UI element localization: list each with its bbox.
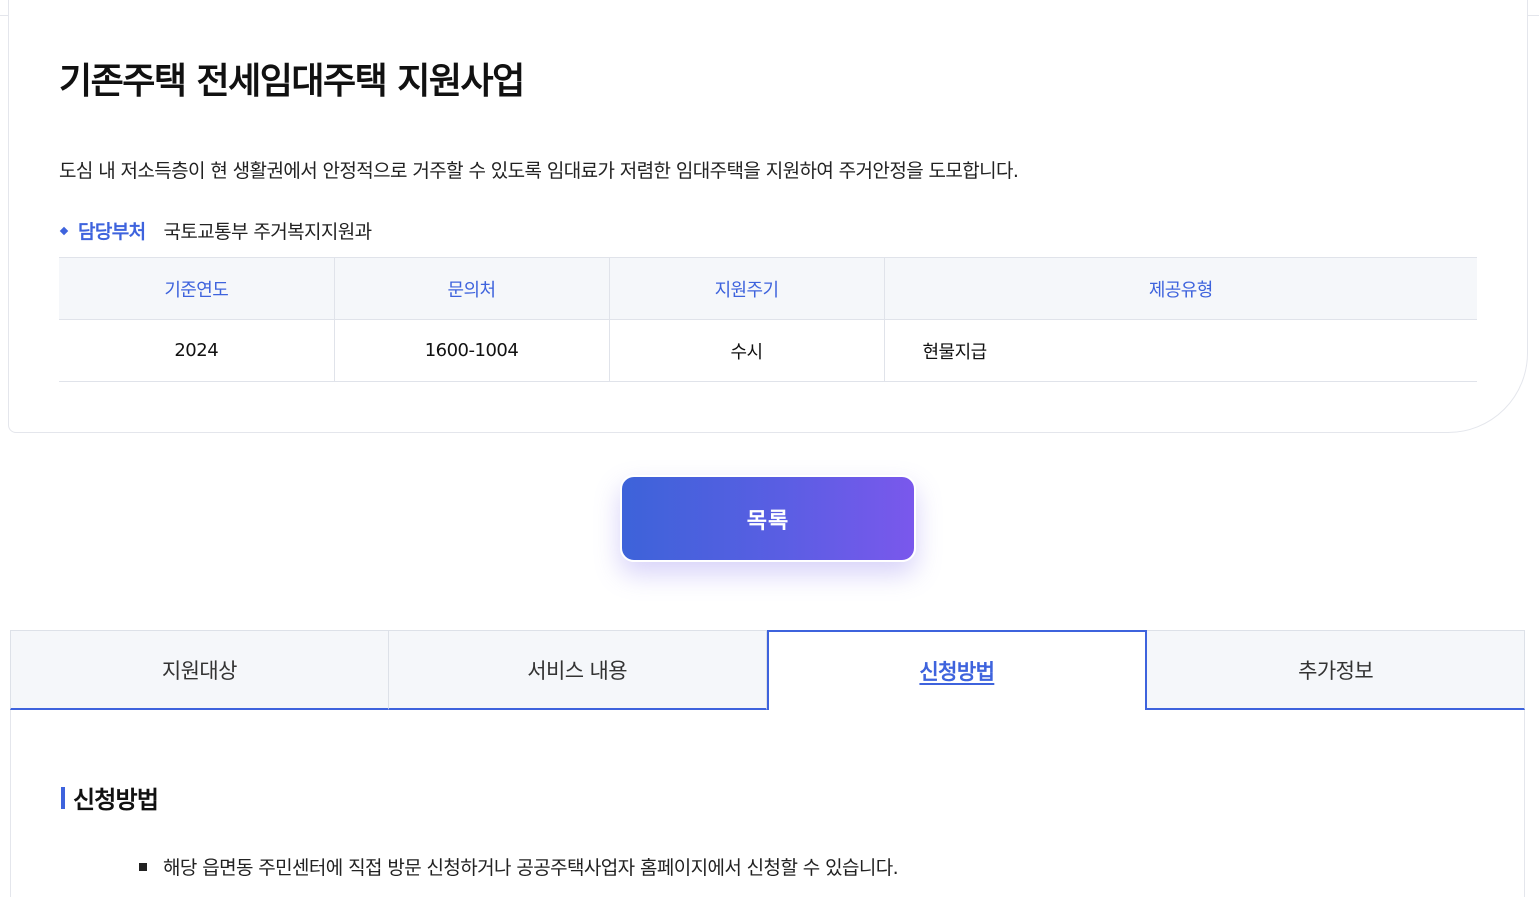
cell-base-year: 2024 [59, 319, 334, 382]
tab-eligibility[interactable]: 지원대상 [10, 630, 389, 710]
section-heading: 신청방법 [61, 780, 159, 815]
heading-bar-icon [61, 786, 65, 809]
cell-contact: 1600-1004 [333, 319, 609, 382]
square-bullet-icon [139, 862, 147, 871]
table-header-row: 기준연도 문의처 지원주기 제공유형 [59, 257, 1477, 320]
program-description: 도심 내 저소득층이 현 생활권에서 안정적으로 거주할 수 있도록 임대료가 … [59, 160, 1019, 182]
header-base-year: 기준연도 [59, 257, 334, 320]
cell-support-cycle: 수시 [608, 319, 884, 382]
department-row: 담당부처 국토교통부 주거복지지원과 [59, 217, 372, 244]
list-button[interactable]: 목록 [620, 475, 916, 562]
section-title-text: 신청방법 [73, 786, 159, 814]
department-label: 담당부처 [78, 221, 146, 243]
program-info-table: 기준연도 문의처 지원주기 제공유형 2024 1600-1004 수시 현물지… [59, 257, 1477, 382]
diamond-bullet-icon [59, 226, 69, 235]
tab-bar: 지원대상 서비스 내용 신청방법 추가정보 [10, 630, 1525, 710]
tab-application-method[interactable]: 신청방법 [766, 630, 1148, 710]
page: 기존주택 전세임대주택 지원사업 도심 내 저소득층이 현 생활권에서 안정적으… [0, 0, 1539, 897]
tab-service-content[interactable]: 서비스 내용 [388, 630, 767, 710]
page-title: 기존주택 전세임대주택 지원사업 [59, 61, 525, 102]
table-row: 2024 1600-1004 수시 현물지급 [59, 319, 1477, 382]
header-provision-type: 제공유형 [883, 257, 1477, 320]
tab-content-panel: 신청방법 해당 읍면동 주민센터에 직접 방문 신청하거나 공공주택사업자 홈페… [10, 710, 1525, 897]
tab-additional-info[interactable]: 추가정보 [1147, 630, 1525, 710]
department-value: 국토교통부 주거복지지원과 [163, 221, 373, 243]
list-item-text: 해당 읍면동 주민센터에 직접 방문 신청하거나 공공주택사업자 홈페이지에서 … [163, 857, 899, 879]
header-support-cycle: 지원주기 [608, 257, 884, 320]
list-item: 해당 읍면동 주민센터에 직접 방문 신청하거나 공공주택사업자 홈페이지에서 … [139, 853, 899, 880]
cell-provision-type: 현물지급 [883, 319, 1477, 382]
header-contact: 문의처 [333, 257, 609, 320]
